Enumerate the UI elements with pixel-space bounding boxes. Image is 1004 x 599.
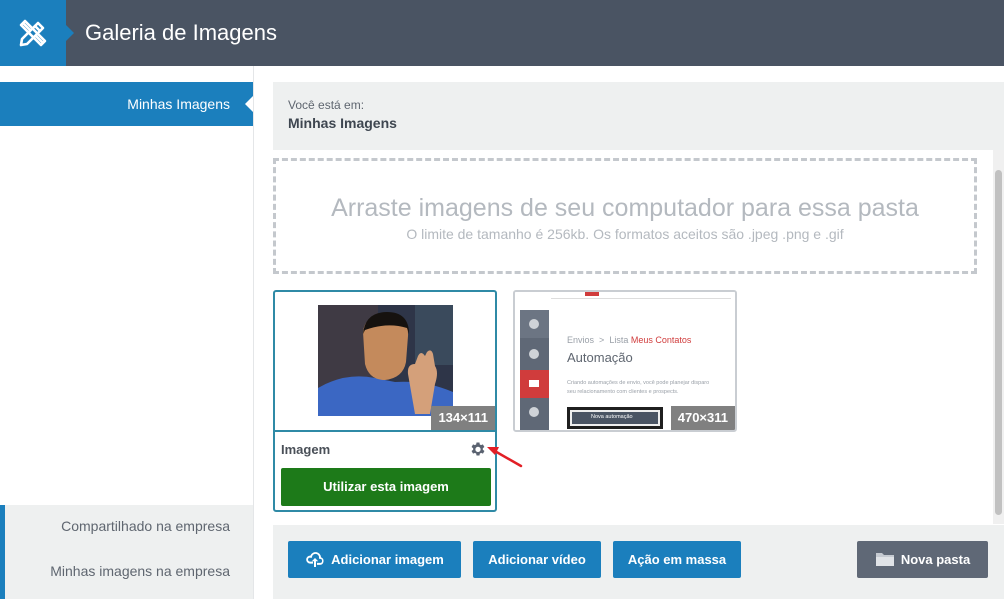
dropzone-subtitle: O limite de tamanho é 256kb. Os formatos… — [406, 226, 844, 242]
upload-dropzone[interactable]: Arraste imagens de seu computador para e… — [273, 158, 977, 274]
cloud-upload-icon — [306, 552, 324, 568]
sidebar-item-minhas-imagens-empresa[interactable]: Minhas imagens na empresa — [50, 563, 230, 579]
breadcrumb-current: Minhas Imagens — [288, 115, 397, 131]
pencil-ruler-icon — [19, 19, 47, 47]
sidebar-item-compartilhado[interactable]: Compartilhado na empresa — [61, 518, 230, 534]
logo-notch — [66, 25, 74, 41]
sidebar-bottom-accent — [0, 505, 5, 599]
vertical-scrollbar[interactable] — [993, 150, 1004, 524]
page-title: Galeria de Imagens — [85, 20, 277, 45]
sidebar: Minhas Imagens Compartilhado na empresa … — [0, 66, 254, 599]
app-header: Galeria de Imagens — [0, 0, 1004, 66]
add-video-button[interactable]: Adicionar vídeo — [473, 541, 601, 578]
folder-icon — [875, 553, 894, 567]
add-image-button[interactable]: Adicionar imagem — [288, 541, 461, 578]
active-indicator — [245, 96, 253, 112]
thumb-button-label: Nova automação — [591, 414, 633, 420]
main-area: Você está em: Minhas Imagens Arraste ima… — [273, 82, 1004, 599]
new-folder-label: Nova pasta — [900, 552, 971, 567]
dropzone-title: Arraste imagens de seu computador para e… — [331, 194, 919, 222]
bulk-action-button[interactable]: Ação em massa — [613, 541, 741, 578]
image-gallery: Arraste imagens de seu computador para e… — [273, 150, 993, 524]
thumb-text-2: seu relacionamento com clientes e prospe… — [567, 389, 679, 395]
add-image-label: Adicionar imagem — [331, 552, 444, 567]
thumb-breadcrumb: Envios > Lista Meus Contatos — [567, 335, 691, 345]
thumb-breadcrumb-2: Lista — [609, 335, 629, 345]
thumb-breadcrumb-3: Meus Contatos — [630, 335, 692, 345]
thumb-breadcrumb-sep: > — [599, 335, 605, 345]
image-name: Imagem — [281, 442, 331, 457]
image-dimensions-badge: 470×311 — [670, 406, 735, 430]
sidebar-bottom-section: Compartilhado na empresa Minhas imagens … — [0, 505, 253, 599]
image-card[interactable]: Envios > Lista Meus Contatos Automação C… — [513, 290, 737, 432]
image-card[interactable]: 134×111 Imagem Utilizar esta imagem — [273, 290, 497, 512]
action-toolbar: Adicionar imagem Adicionar vídeo Ação em… — [273, 525, 1004, 599]
breadcrumb-label: Você está em: — [288, 98, 365, 112]
thumb-title: Automação — [567, 350, 633, 365]
app-logo[interactable] — [0, 0, 66, 66]
thumb-text: Criando automações de envio, você pode p… — [567, 379, 709, 397]
sidebar-item-label: Minhas Imagens — [127, 96, 230, 112]
breadcrumb: Você está em: Minhas Imagens — [273, 82, 1004, 150]
sidebar-item-minhas-imagens[interactable]: Minhas Imagens — [0, 82, 253, 126]
scrollbar-thumb[interactable] — [995, 170, 1002, 515]
image-thumbnail[interactable]: 134×111 — [275, 292, 495, 430]
thumb-breadcrumb-1: Envios — [567, 335, 595, 345]
use-image-button[interactable]: Utilizar esta imagem — [281, 468, 491, 506]
new-folder-button[interactable]: Nova pasta — [857, 541, 988, 578]
thumb-text-1: Criando automações de envio, você pode p… — [567, 380, 710, 386]
image-card-footer: Imagem Utilizar esta imagem — [275, 430, 495, 510]
image-dimensions-badge: 134×111 — [431, 406, 495, 430]
image-thumbnail[interactable]: Envios > Lista Meus Contatos Automação C… — [515, 292, 735, 430]
annotation-arrow-icon — [487, 447, 523, 468]
